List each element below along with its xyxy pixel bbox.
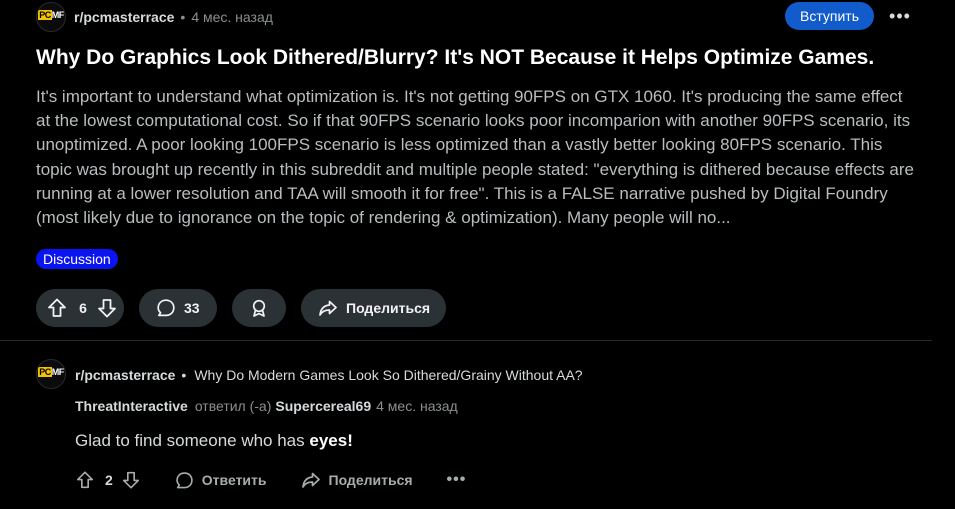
subreddit-link[interactable]: r/pcmasterrace	[75, 367, 175, 383]
comment-share-button[interactable]: Поделиться	[301, 470, 413, 490]
subreddit-avatar[interactable]: PCMF	[36, 2, 66, 32]
comment-age: 4 мес. назад	[376, 398, 458, 414]
share-arrow-icon	[301, 470, 321, 490]
post-card[interactable]: PCMF r/pcmasterrace • 4 мес. назад Вступ…	[0, 0, 955, 340]
reply-label: Ответить	[201, 472, 267, 488]
award-icon	[249, 298, 269, 318]
subreddit-logo: PCMF	[38, 367, 64, 377]
speech-bubble-icon	[156, 298, 176, 318]
join-button[interactable]: Вступить	[785, 2, 874, 30]
arrow-down-icon[interactable]	[96, 297, 118, 319]
share-button[interactable]: Поделиться	[301, 289, 446, 327]
replied-to-user[interactable]: Supercereal69	[275, 398, 371, 414]
parent-post-link[interactable]: Why Do Modern Games Look So Dithered/Gra…	[194, 367, 582, 383]
arrow-up-icon[interactable]	[46, 297, 68, 319]
comment-author[interactable]: ThreatInteractive	[75, 398, 188, 414]
post-title[interactable]: Why Do Graphics Look Dithered/Blurry? It…	[36, 44, 916, 72]
award-button[interactable]	[232, 289, 286, 327]
post-age: 4 мес. назад	[191, 9, 273, 25]
comment-count: 33	[184, 300, 200, 316]
comment-upvote-count: 2	[105, 472, 113, 488]
arrow-down-icon[interactable]	[121, 470, 141, 490]
post-meta: r/pcmasterrace • 4 мес. назад	[74, 8, 273, 26]
meta-separator: •	[181, 367, 187, 383]
meta-separator: •	[180, 9, 186, 25]
subreddit-link[interactable]: r/pcmasterrace	[74, 9, 174, 25]
comment-context: r/pcmasterrace • Why Do Modern Games Loo…	[75, 366, 583, 384]
more-options-button[interactable]: •••	[884, 2, 916, 30]
ellipsis-icon: •••	[889, 5, 911, 26]
arrow-up-icon[interactable]	[75, 470, 95, 490]
comment-card[interactable]: PCMF r/pcmasterrace • Why Do Modern Game…	[0, 341, 955, 509]
comment-actions: 2 Ответить Поделиться •••	[75, 468, 466, 492]
speech-bubble-icon	[175, 471, 194, 490]
share-label: Поделиться	[328, 472, 413, 488]
vote-controls: 6	[36, 289, 124, 327]
share-arrow-icon	[318, 298, 338, 318]
replied-label: ответил (-а)	[194, 398, 272, 414]
upvote-count: 6	[79, 300, 87, 316]
post-body[interactable]: It's important to understand what optimi…	[36, 85, 916, 230]
comment-text[interactable]: Glad to find someone who has eyes!	[75, 431, 353, 451]
comments-button[interactable]: 33	[139, 289, 217, 327]
ellipsis-icon[interactable]: •••	[447, 471, 467, 489]
comment-author-line: ThreatInteractive ответил (-а) Supercere…	[75, 397, 458, 415]
share-label: Поделиться	[346, 300, 431, 316]
subreddit-avatar[interactable]: PCMF	[36, 359, 66, 389]
post-flair[interactable]: Discussion	[36, 249, 118, 269]
subreddit-logo: PCMF	[38, 10, 64, 20]
reply-button[interactable]: Ответить	[175, 471, 267, 490]
